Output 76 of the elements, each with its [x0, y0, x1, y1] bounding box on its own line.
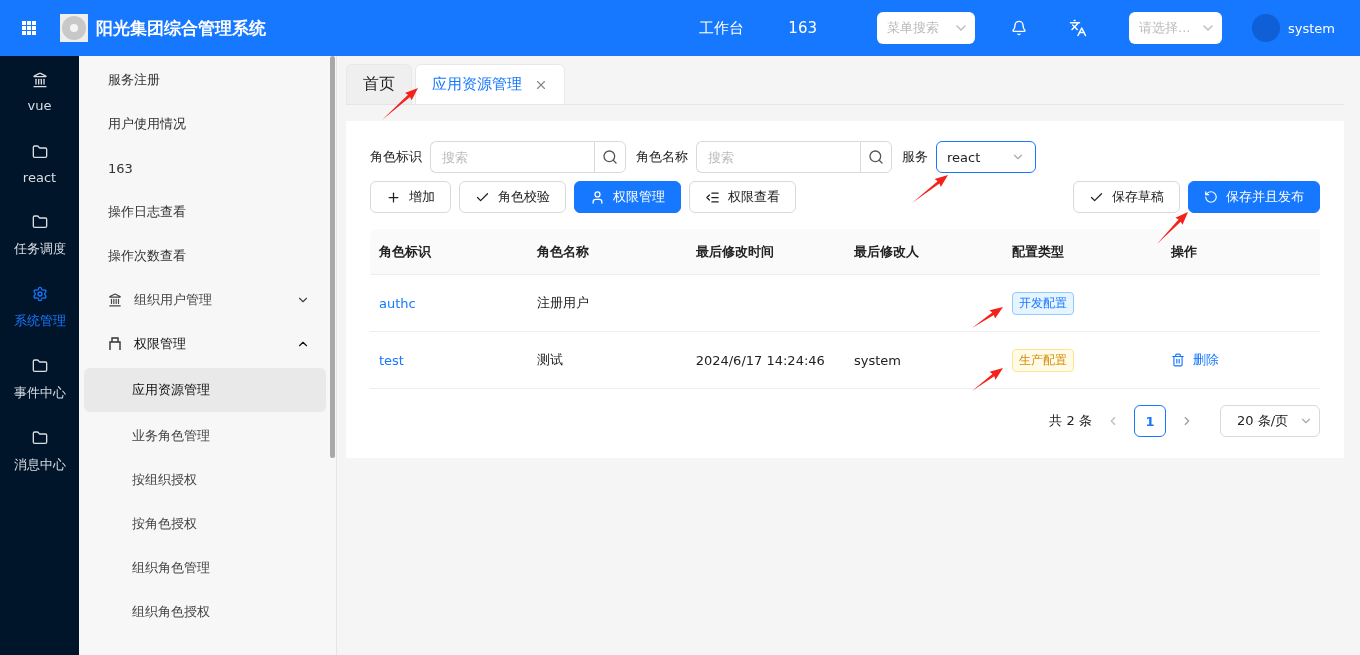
column-header: 最后修改时间: [686, 229, 845, 275]
user-name[interactable]: system: [1288, 20, 1360, 36]
toolbar-button[interactable]: 增加: [370, 181, 451, 213]
rail-item[interactable]: 事件中心: [0, 344, 79, 416]
bank-icon: [31, 71, 48, 88]
search-field[interactable]: 搜索: [430, 141, 594, 173]
rail-item[interactable]: react: [0, 128, 79, 200]
menu-item[interactable]: 服务注册: [84, 58, 326, 102]
role-id-link[interactable]: authc: [370, 275, 529, 332]
menu-item[interactable]: 应用资源管理: [84, 368, 326, 412]
rail-item[interactable]: 消息中心: [0, 416, 79, 488]
menu-item[interactable]: 操作次数查看: [84, 234, 326, 278]
config-tag: 开发配置: [1012, 291, 1075, 315]
toolbar-button[interactable]: 权限查看: [689, 181, 796, 213]
search-button[interactable]: [594, 141, 626, 173]
disc-logo: [60, 14, 88, 42]
rail-item[interactable]: vue: [0, 56, 79, 128]
search-field[interactable]: 搜索: [696, 141, 860, 173]
menu-group[interactable]: 组织用户管理: [84, 278, 326, 322]
total-count: 共 2 条: [1049, 412, 1092, 430]
page-button[interactable]: 1: [1134, 405, 1166, 437]
menu-group[interactable]: 权限管理: [84, 322, 326, 366]
translate-icon[interactable]: [1069, 19, 1087, 37]
nav-link[interactable]: 工作台: [699, 18, 745, 38]
config-tag: 生产配置: [1012, 348, 1075, 372]
menu-item[interactable]: 操作日志查看: [84, 190, 326, 234]
notification-icon[interactable]: [1011, 20, 1027, 36]
tab[interactable]: 首页: [346, 64, 412, 104]
folder-icon: [31, 214, 48, 230]
trash-icon: [1170, 353, 1185, 367]
table-cell: 注册用户: [528, 275, 687, 332]
rail-item[interactable]: 任务调度: [0, 200, 79, 272]
bank-icon: [108, 293, 122, 307]
nav-link[interactable]: 163: [788, 19, 817, 37]
search-icon: [602, 149, 618, 165]
folder-icon: [31, 143, 48, 160]
plus-icon: [386, 189, 401, 205]
folder-icon: [31, 358, 48, 374]
service-select[interactable]: react: [936, 141, 1036, 173]
scrollbar[interactable]: [330, 56, 335, 458]
filter-label: 角色标识: [370, 148, 422, 166]
column-header: 配置类型: [1003, 229, 1162, 275]
filter-label: 服务: [902, 148, 928, 166]
menu-item[interactable]: 按组织授权: [84, 458, 326, 502]
toolbar-button[interactable]: 保存草稿: [1073, 181, 1180, 213]
column-header: 最后修改人: [845, 229, 1004, 275]
page-size-select[interactable]: 20 条/页: [1220, 405, 1320, 437]
rail-item[interactable]: 系统管理: [0, 272, 79, 344]
menu-item[interactable]: 业务角色管理: [84, 414, 326, 458]
column-header: 角色标识: [370, 229, 529, 275]
refresh-icon: [1204, 190, 1218, 204]
filter-label: 角色名称: [636, 148, 688, 166]
search-icon: [868, 149, 884, 165]
toolbar-button[interactable]: 保存并且发布: [1188, 181, 1320, 213]
user-icon: [590, 189, 605, 205]
door-frame-icon: [108, 337, 122, 351]
menu-item[interactable]: 163: [84, 146, 326, 190]
delete-link[interactable]: 删除: [1170, 351, 1219, 369]
search-button[interactable]: [860, 141, 892, 173]
menu-item[interactable]: 按角色授权: [84, 502, 326, 546]
app-title: 阳光集团综合管理系统: [96, 16, 266, 40]
table-cell: 测试: [528, 332, 687, 389]
toolbar-button[interactable]: 角色校验: [459, 181, 566, 213]
menu-item[interactable]: 用户使用情况: [84, 102, 326, 146]
column-header: 操作: [1161, 229, 1320, 275]
role-id-link[interactable]: test: [370, 332, 529, 389]
folder-icon: [31, 430, 48, 446]
menu-item[interactable]: 组织角色管理: [84, 546, 326, 590]
menu-item[interactable]: 组织角色授权: [84, 590, 326, 634]
settings-icon: [31, 286, 48, 302]
app-grid-icon[interactable]: [22, 21, 36, 35]
table-cell: 2024/6/17 14:24:46: [686, 332, 845, 389]
toolbar-button[interactable]: 权限管理: [574, 181, 681, 213]
column-header: 角色名称: [528, 229, 687, 275]
list-indent-icon: [705, 189, 720, 205]
tab[interactable]: 应用资源管理: [415, 64, 565, 104]
